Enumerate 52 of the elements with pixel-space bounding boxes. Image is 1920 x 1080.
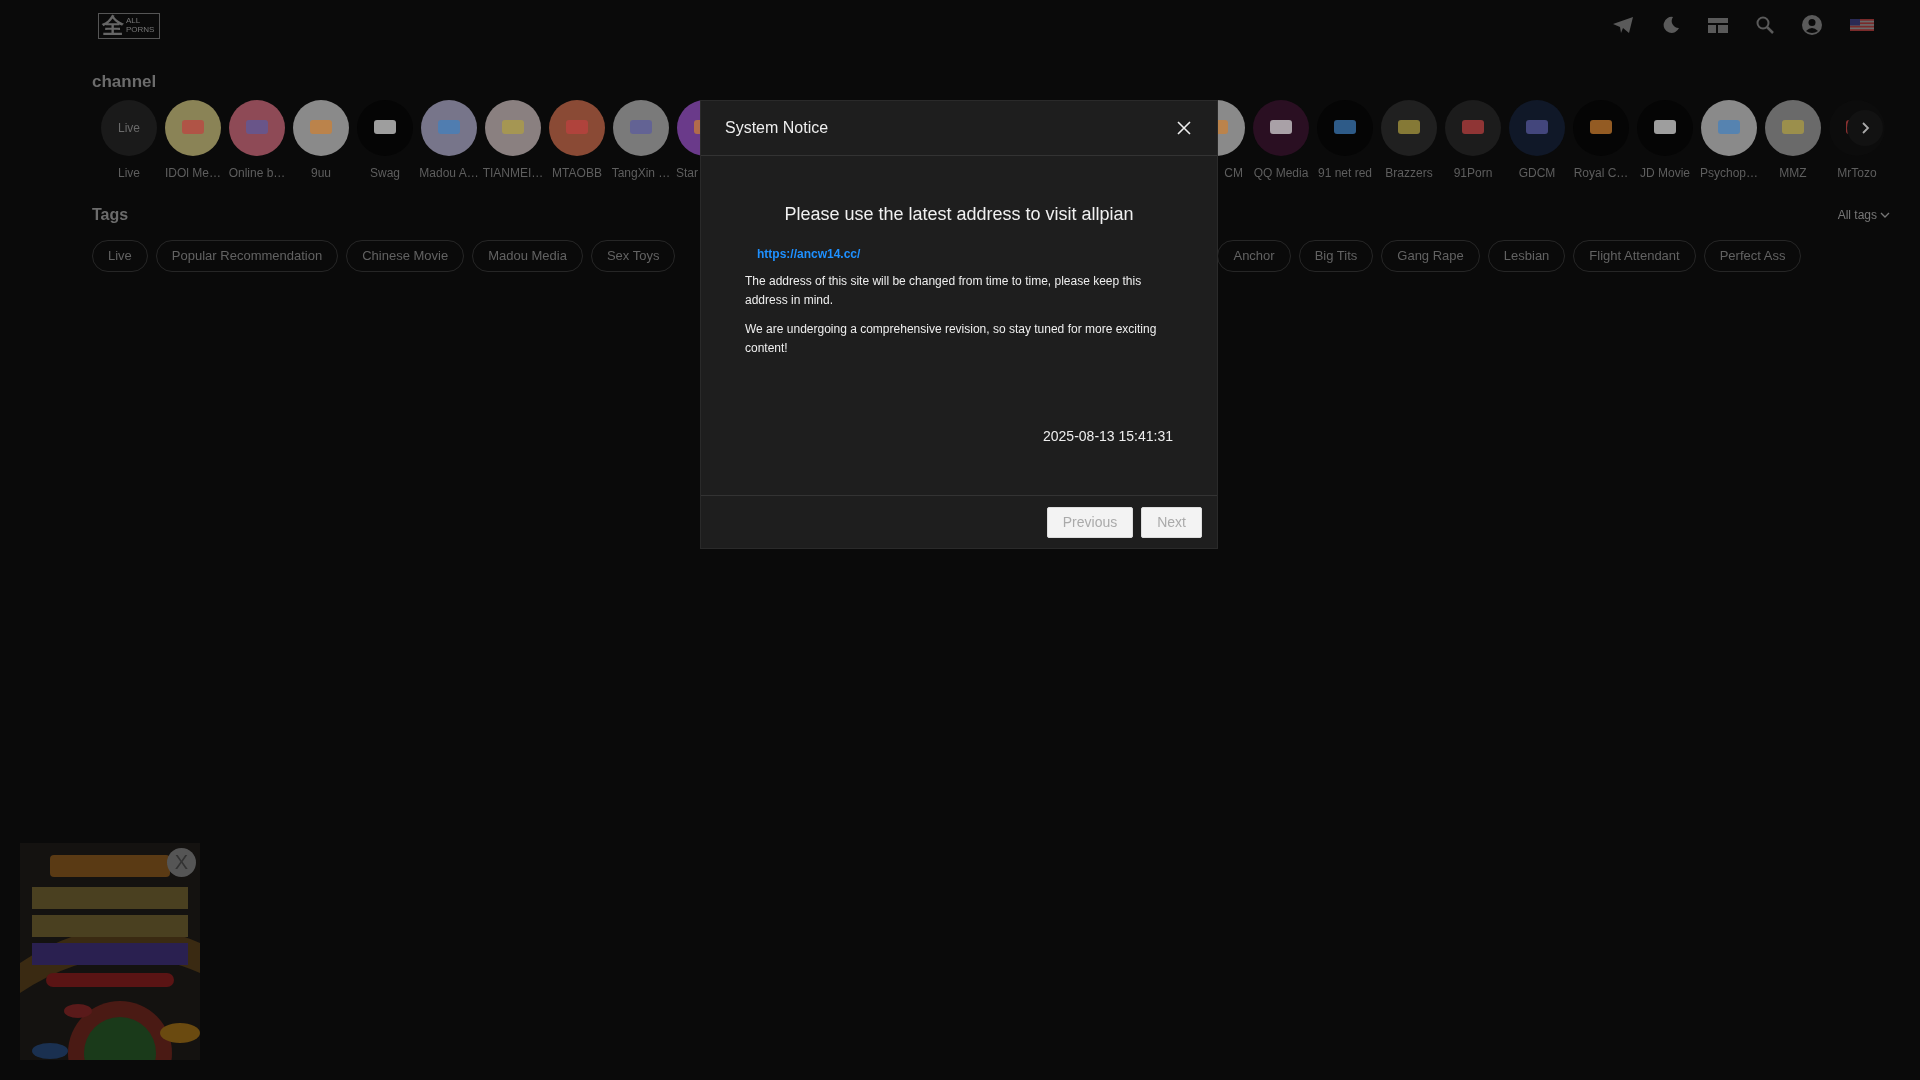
channel-name[interactable]: Brazzers — [1385, 166, 1433, 180]
account-icon[interactable] — [1802, 15, 1822, 35]
channel-name[interactable]: Royal C… — [1573, 166, 1629, 180]
send-icon[interactable] — [1612, 16, 1634, 34]
logo-icon[interactable] — [1253, 100, 1309, 156]
flag-icon[interactable] — [1850, 19, 1874, 31]
live-channel-button[interactable]: Live — [101, 100, 157, 156]
channel-name[interactable]: IDOl Me… — [165, 166, 221, 180]
channel-name[interactable]: MMZ — [1779, 166, 1807, 180]
notice-headline: Please use the latest address to visit allpian — [783, 204, 1135, 225]
channel-name[interactable]: Live — [118, 166, 140, 180]
logo-icon[interactable] — [1637, 100, 1693, 156]
channel-name[interactable]: QQ Media — [1253, 166, 1309, 180]
channel-name[interactable]: 91Porn — [1453, 166, 1493, 180]
logo-icon[interactable] — [293, 100, 349, 156]
logo-icon[interactable] — [1765, 100, 1821, 156]
logo-icon[interactable] — [1381, 100, 1437, 156]
notice-paragraph: We are undergoing a comprehensive revision, so stay tuned for more exciting content! — [745, 321, 1158, 357]
channel-name[interactable]: 91 net red — [1317, 166, 1372, 180]
search-icon[interactable] — [1756, 16, 1774, 34]
channel-name[interactable]: Online b… — [228, 166, 286, 180]
section-heading: Tags — [92, 206, 129, 224]
dialog-title: System Notice — [725, 119, 829, 137]
layout-icon[interactable] — [1708, 17, 1728, 33]
notice-paragraph: The address of this site will be changed from time to time, please keep this address in mind. — [745, 273, 1143, 309]
channel-name[interactable]: TangXin … — [611, 166, 671, 180]
channel-name[interactable]: GDCM — [1518, 166, 1556, 180]
address-link[interactable]: https://ancw14.cc/ — [757, 247, 861, 261]
channel-name[interactable]: JD Movie — [1640, 166, 1690, 180]
logo-icon[interactable] — [613, 100, 669, 156]
logo-icon[interactable] — [1701, 100, 1757, 156]
notice-date: 2025-08-13 15:41:31 — [1042, 428, 1173, 444]
logo-icon[interactable] — [421, 100, 477, 156]
logo-icon[interactable] — [1573, 100, 1629, 156]
caret-icon — [1880, 211, 1890, 219]
channel-name[interactable]: Star — [676, 166, 698, 180]
close-icon[interactable] — [1177, 121, 1191, 135]
all-tags-link[interactable]: All tags — [1837, 208, 1890, 222]
logo-icon[interactable] — [485, 100, 541, 156]
channel-name[interactable]: Psychop… — [1700, 166, 1758, 180]
logo-icon[interactable] — [549, 100, 605, 156]
moon-icon[interactable] — [1662, 16, 1680, 34]
channel-name[interactable]: MTAOBB — [552, 166, 602, 180]
logo-icon[interactable] — [165, 100, 221, 156]
logo-icon[interactable] — [357, 100, 413, 156]
section-heading: channel — [92, 72, 158, 92]
channel-name[interactable]: MrTozo — [1837, 166, 1877, 180]
channel-name[interactable]: TIANMEI… — [482, 166, 544, 180]
channel-name[interactable]: Swag — [370, 166, 400, 180]
channel-name[interactable]: CM — [1224, 166, 1243, 180]
channel-name[interactable]: 9uu — [311, 166, 331, 180]
channel-name[interactable]: Madou A… — [419, 166, 479, 180]
